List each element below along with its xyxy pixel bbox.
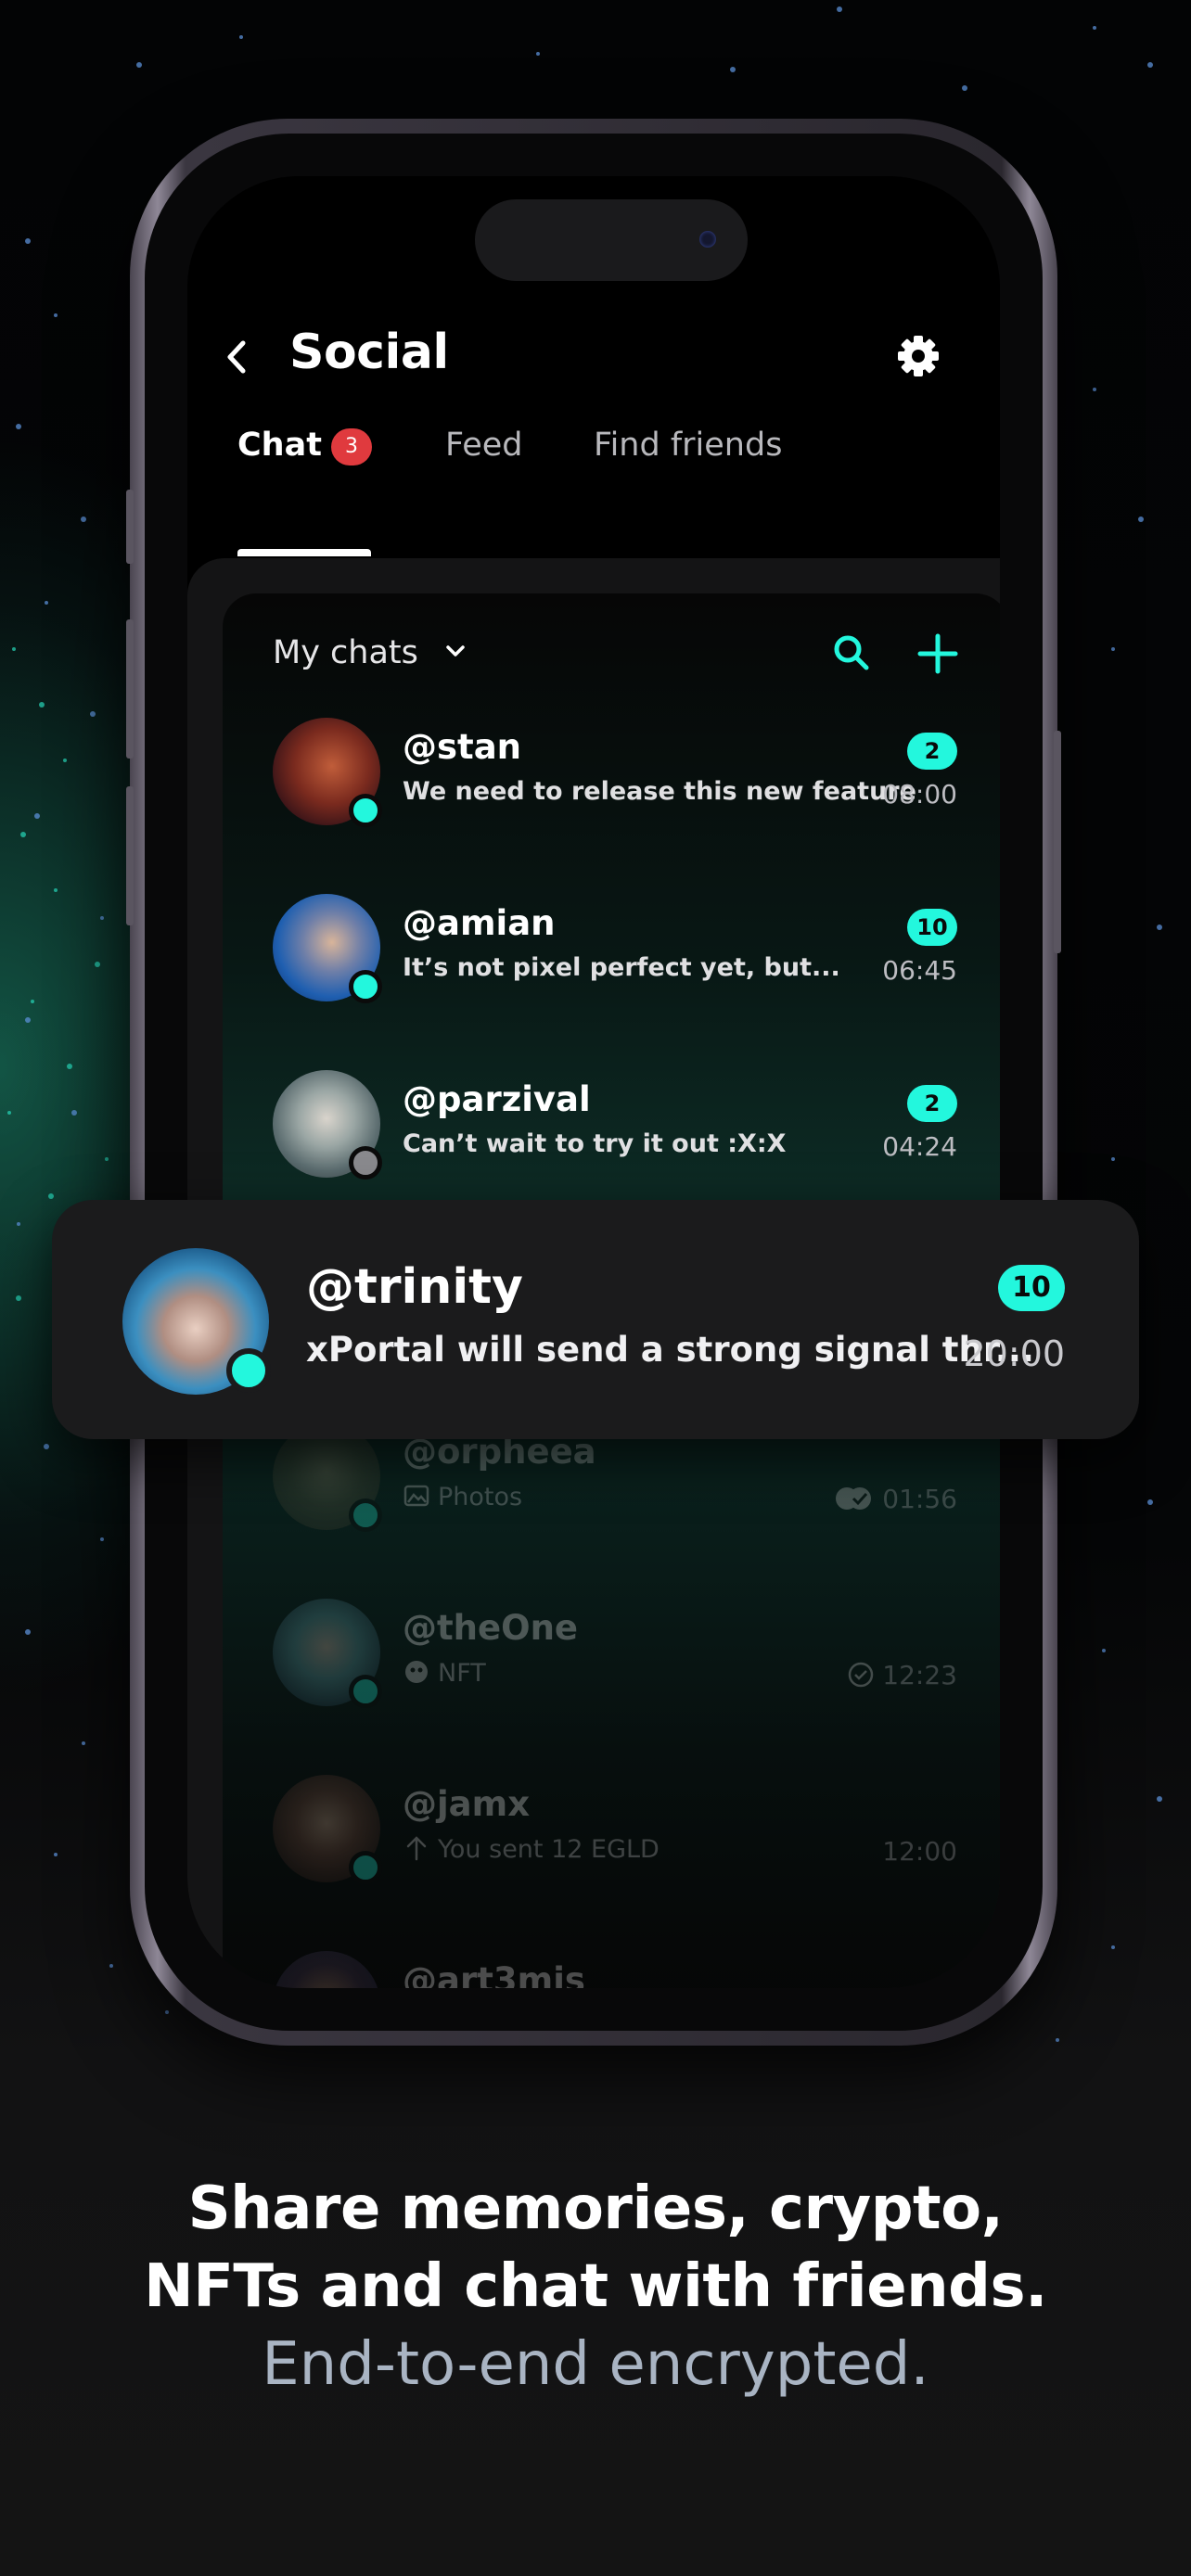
chat-row-jamx[interactable]: @jamx You sent 12 EGLD 12:00 xyxy=(187,1775,1000,1914)
chat-preview-text: NFT xyxy=(438,1659,486,1688)
chat-row-trinity-highlight[interactable]: @trinity xPortal will send a strong sign… xyxy=(52,1200,1139,1439)
chat-preview: Can’t wait to try it out :X:X xyxy=(403,1129,787,1158)
search-icon[interactable] xyxy=(829,631,876,677)
offline-status-dot xyxy=(349,1146,382,1180)
online-status-dot xyxy=(349,794,382,827)
chat-preview: NFT xyxy=(403,1658,486,1688)
unread-badge: 10 xyxy=(998,1265,1065,1311)
chat-row-stan[interactable]: @stan We need to release this new featur… xyxy=(187,718,1000,857)
add-chat-icon[interactable] xyxy=(915,631,961,677)
gear-icon[interactable] xyxy=(892,330,944,382)
app-header: Social xyxy=(187,315,1000,399)
tab-chat[interactable]: Chat 3 xyxy=(237,427,372,465)
online-status-dot xyxy=(349,1498,382,1532)
unread-badge: 2 xyxy=(907,733,957,770)
caption-line-1: Share memories, crypto, xyxy=(187,2174,1004,2243)
online-status-dot xyxy=(349,1675,382,1708)
chat-handle: @art3mis xyxy=(403,1960,585,1988)
chat-preview: Photos xyxy=(403,1482,522,1511)
chat-time-text: 12:23 xyxy=(882,1660,957,1690)
tab-chat-badge: 3 xyxy=(330,428,372,465)
online-status-dot xyxy=(349,1851,382,1884)
chat-row-parzival[interactable]: @parzival Can’t wait to try it out :X:X … xyxy=(187,1070,1000,1209)
chat-handle: @amian xyxy=(403,903,556,943)
avatar xyxy=(273,1951,380,1988)
chat-row-amian[interactable]: @amian It’s not pixel perfect yet, but..… xyxy=(187,894,1000,1033)
active-tab-indicator xyxy=(237,549,371,556)
unread-badge: 10 xyxy=(907,909,957,946)
double-check-icon xyxy=(836,1487,872,1510)
page-title: Social xyxy=(289,325,449,380)
chat-handle: @parzival xyxy=(403,1079,591,1119)
chat-handle: @stan xyxy=(403,727,522,767)
chat-time: 20:00 xyxy=(963,1333,1065,1374)
back-arrow-icon[interactable] xyxy=(215,334,262,380)
dynamic-island xyxy=(475,199,748,281)
chat-time: 12:23 xyxy=(847,1660,957,1690)
chat-handle: @trinity xyxy=(306,1259,523,1315)
chat-time: 06:45 xyxy=(882,955,957,986)
image-icon xyxy=(403,1485,429,1507)
chat-time: 12:00 xyxy=(882,1836,957,1867)
unread-badge: 2 xyxy=(907,1085,957,1122)
chat-row-orpheea[interactable]: @orpheea Photos 01:56 xyxy=(187,1422,1000,1562)
online-status-dot xyxy=(349,970,382,1003)
tab-chat-label: Chat xyxy=(237,427,322,464)
chat-handle: @theOne xyxy=(403,1608,579,1648)
chats-filter-label: My chats xyxy=(273,634,418,671)
app-screen: Social Chat 3 Feed Find friends My chats… xyxy=(187,176,1000,1988)
tab-feed[interactable]: Feed xyxy=(445,427,523,464)
chat-preview: We need to release this new feature xyxy=(403,777,916,806)
chat-handle: @jamx xyxy=(403,1784,531,1824)
chat-preview-text: You sent 12 EGLD xyxy=(438,1835,660,1864)
caption-line-2: NFTs and chat with friends. xyxy=(144,2252,1047,2321)
arrow-up-icon xyxy=(406,1836,427,1861)
marketing-caption: Share memories, crypto, NFTs and chat wi… xyxy=(0,2170,1191,2404)
chats-filter-dropdown[interactable]: My chats xyxy=(273,634,466,671)
chat-time-text: 01:56 xyxy=(882,1484,957,1514)
chat-row-art3mis[interactable]: @art3mis xyxy=(187,1951,1000,1988)
check-circle-icon xyxy=(849,1662,874,1688)
tab-find-friends[interactable]: Find friends xyxy=(594,427,782,464)
chat-row-theone[interactable]: @theOne NFT 12:23 xyxy=(187,1599,1000,1738)
chat-time: 04:24 xyxy=(882,1131,957,1162)
tab-bar: Chat 3 Feed Find friends xyxy=(187,427,1000,491)
chevron-down-icon xyxy=(446,645,465,657)
online-status-dot xyxy=(226,1348,271,1393)
chat-preview: xPortal will send a strong signal thr... xyxy=(306,1330,1034,1370)
chat-preview-text: Photos xyxy=(438,1483,523,1511)
chat-time: 08:00 xyxy=(882,779,957,810)
nft-icon xyxy=(405,1661,428,1683)
caption-line-3: End-to-end encrypted. xyxy=(262,2330,929,2399)
phone-frame: Social Chat 3 Feed Find friends My chats… xyxy=(126,119,1061,2046)
chat-preview: It’s not pixel perfect yet, but... xyxy=(403,953,840,982)
chat-time: 01:56 xyxy=(834,1484,957,1514)
chat-preview: You sent 12 EGLD xyxy=(403,1834,660,1864)
